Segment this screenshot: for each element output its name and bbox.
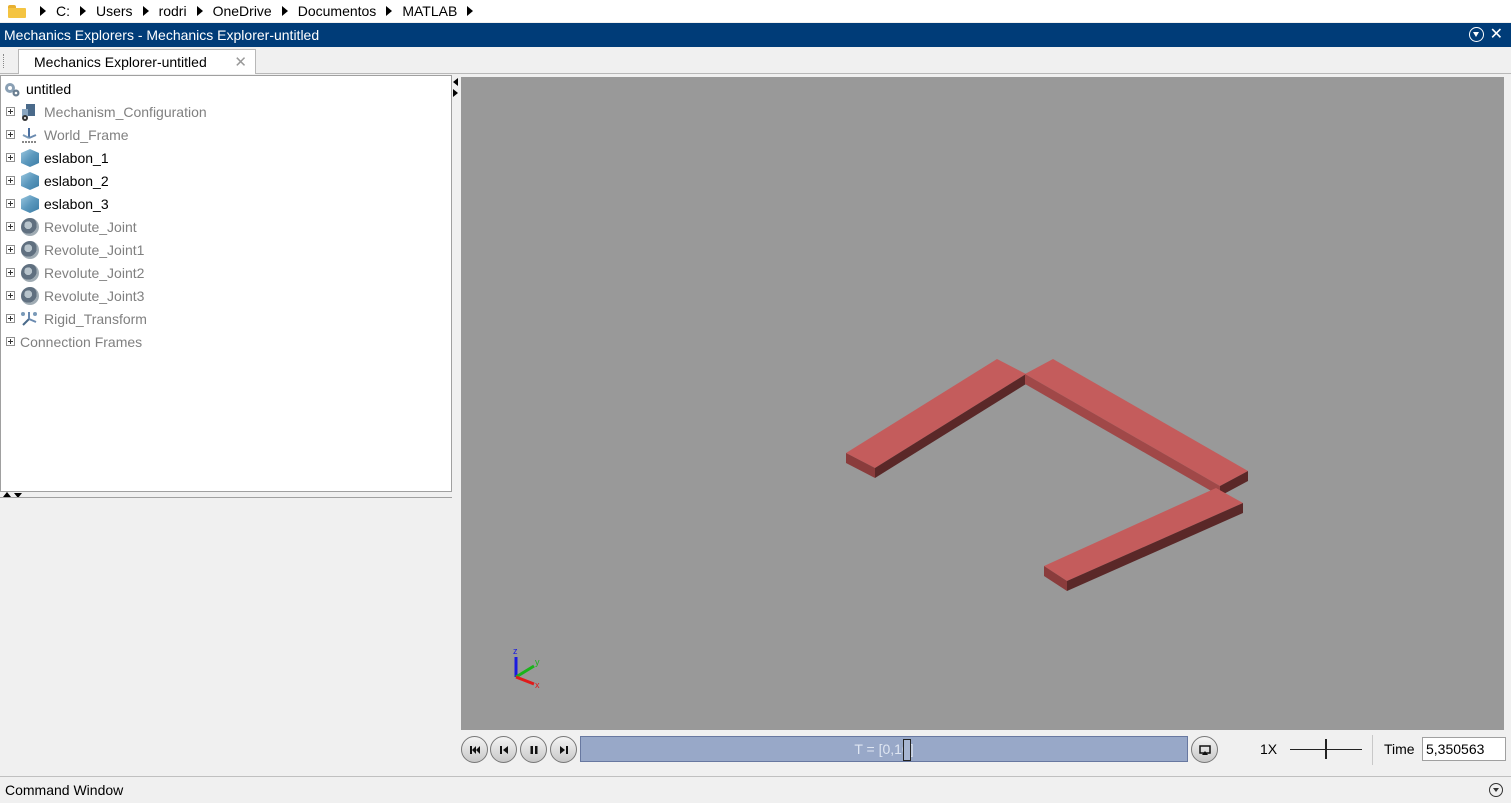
mechanism-config-icon — [22, 104, 35, 121]
breadcrumb-item[interactable]: rodri — [159, 3, 187, 19]
window-titlebar: Mechanics Explorers - Mechanics Explorer… — [0, 23, 1511, 47]
playback-bar: T = [0,10] 1X Time 5,350563 — [460, 733, 1511, 769]
pane-divider[interactable] — [0, 497, 452, 498]
pause-icon — [530, 745, 537, 754]
toolbar-separator — [1372, 735, 1373, 765]
command-window-header[interactable]: Command Window — [0, 776, 1511, 803]
model-root-icon — [5, 83, 20, 97]
world-frame-icon — [22, 128, 37, 143]
tree-item-label: Revolute_Joint1 — [44, 242, 145, 258]
breadcrumb-arrow-icon[interactable] — [386, 6, 393, 16]
breadcrumb-arrow-icon[interactable] — [142, 6, 149, 16]
link-eslabon-2 — [1025, 359, 1248, 496]
command-window-label: Command Window — [5, 782, 124, 798]
solid-cube-icon — [21, 172, 39, 190]
step-back-icon — [499, 745, 508, 754]
timeline-slider[interactable]: T = [0,10] — [580, 736, 1188, 762]
tab-close-icon[interactable]: ✕ — [234, 53, 247, 71]
revolute-joint-icon — [21, 218, 39, 236]
expand-icon[interactable] — [6, 222, 15, 231]
drag-grip-icon[interactable] — [3, 54, 6, 68]
step-back-button[interactable] — [490, 736, 517, 763]
time-label: Time — [1384, 741, 1415, 757]
breadcrumb-arrow-icon[interactable] — [196, 6, 203, 16]
expand-icon[interactable] — [6, 199, 15, 208]
expand-icon[interactable] — [6, 176, 15, 185]
expand-icon[interactable] — [6, 153, 15, 162]
expand-icon[interactable] — [6, 314, 15, 323]
revolute-joint-icon — [21, 241, 39, 259]
link-eslabon-1 — [846, 359, 1026, 478]
breadcrumb-item[interactable]: OneDrive — [213, 3, 272, 19]
timeline-range-label: T = [0,10] — [854, 741, 914, 757]
solid-cube-icon — [21, 149, 39, 167]
breadcrumb-arrow-icon[interactable] — [40, 6, 46, 16]
rewind-icon — [469, 745, 480, 754]
tab-label: Mechanics Explorer-untitled — [34, 54, 207, 70]
expand-icon[interactable] — [6, 130, 15, 139]
rewind-button[interactable] — [461, 736, 488, 763]
pause-button[interactable] — [520, 736, 547, 763]
step-forward-icon — [559, 745, 568, 754]
breadcrumb-arrow-icon[interactable] — [281, 6, 288, 16]
expand-icon[interactable] — [6, 245, 15, 254]
breadcrumb-item[interactable]: Documentos — [298, 3, 377, 19]
collapse-left-icon[interactable] — [453, 78, 458, 86]
panel-splitter[interactable] — [452, 75, 460, 770]
panel-menu-icon[interactable] — [1489, 783, 1503, 797]
expand-icon[interactable] — [6, 291, 15, 300]
breadcrumb-arrow-icon[interactable] — [467, 6, 474, 16]
model-tree: untitled Mechanism_Configuration World_F… — [0, 75, 452, 492]
window-title: Mechanics Explorers - Mechanics Explorer… — [4, 27, 320, 43]
tree-item-label: Connection Frames — [20, 334, 143, 350]
tree-item-label: Rigid_Transform — [44, 311, 147, 327]
breadcrumb-item[interactable]: MATLAB — [402, 3, 457, 19]
playback-speed-label: 1X — [1260, 741, 1278, 757]
mechanism-scene: z y x — [513, 359, 1248, 690]
tree-item-label: eslabon_3 — [44, 196, 109, 212]
solid-cube-icon — [21, 195, 39, 213]
tab-mechanics-explorer[interactable]: Mechanics Explorer-untitled ✕ — [18, 49, 256, 74]
window-menu-icon[interactable] — [1468, 27, 1484, 42]
step-forward-button[interactable] — [550, 736, 577, 763]
expand-icon[interactable] — [6, 107, 15, 116]
3d-viewport[interactable]: z y x — [461, 77, 1504, 730]
z-axis-label: z — [513, 646, 518, 656]
tree-item-label: eslabon_1 — [44, 150, 109, 166]
speed-slider-knob[interactable] — [1325, 739, 1327, 759]
revolute-joint-icon — [21, 264, 39, 282]
breadcrumb-arrow-icon[interactable] — [80, 6, 86, 16]
tree-item-label: Revolute_Joint3 — [44, 288, 145, 304]
time-field[interactable]: 5,350563 — [1422, 737, 1506, 761]
tree-item-label: Mechanism_Configuration — [44, 104, 207, 120]
expand-icon[interactable] — [6, 337, 15, 346]
expand-icon[interactable] — [6, 268, 15, 277]
tree-item-label: Revolute_Joint — [44, 219, 137, 235]
playback-speed-slider[interactable] — [1290, 739, 1362, 761]
tree-item-label: eslabon_2 — [44, 173, 109, 189]
revolute-joint-icon — [21, 287, 39, 305]
x-axis-label: x — [535, 680, 540, 690]
tree-item-label: World_Frame — [44, 127, 129, 143]
address-bar: C: Users rodri OneDrive Documentos MATLA… — [0, 0, 1511, 22]
loop-icon — [1198, 744, 1211, 755]
properties-pane — [0, 492, 452, 770]
folder-icon[interactable] — [8, 4, 26, 18]
rigid-transform-icon — [21, 312, 37, 326]
tree-root-label: untitled — [26, 81, 72, 97]
close-icon[interactable]: ✕ — [1490, 26, 1503, 42]
timeline-thumb[interactable] — [903, 739, 911, 761]
breadcrumb-item[interactable]: C: — [56, 3, 70, 19]
tree-item-label: Revolute_Joint2 — [44, 265, 145, 281]
loop-button[interactable] — [1191, 736, 1218, 763]
tab-strip: Mechanics Explorer-untitled ✕ — [0, 47, 1511, 74]
breadcrumb-item[interactable]: Users — [96, 3, 133, 19]
y-axis-label: y — [535, 657, 540, 667]
collapse-right-icon[interactable] — [453, 89, 458, 97]
link-eslabon-3 — [1044, 488, 1243, 591]
axis-triad — [514, 657, 535, 686]
